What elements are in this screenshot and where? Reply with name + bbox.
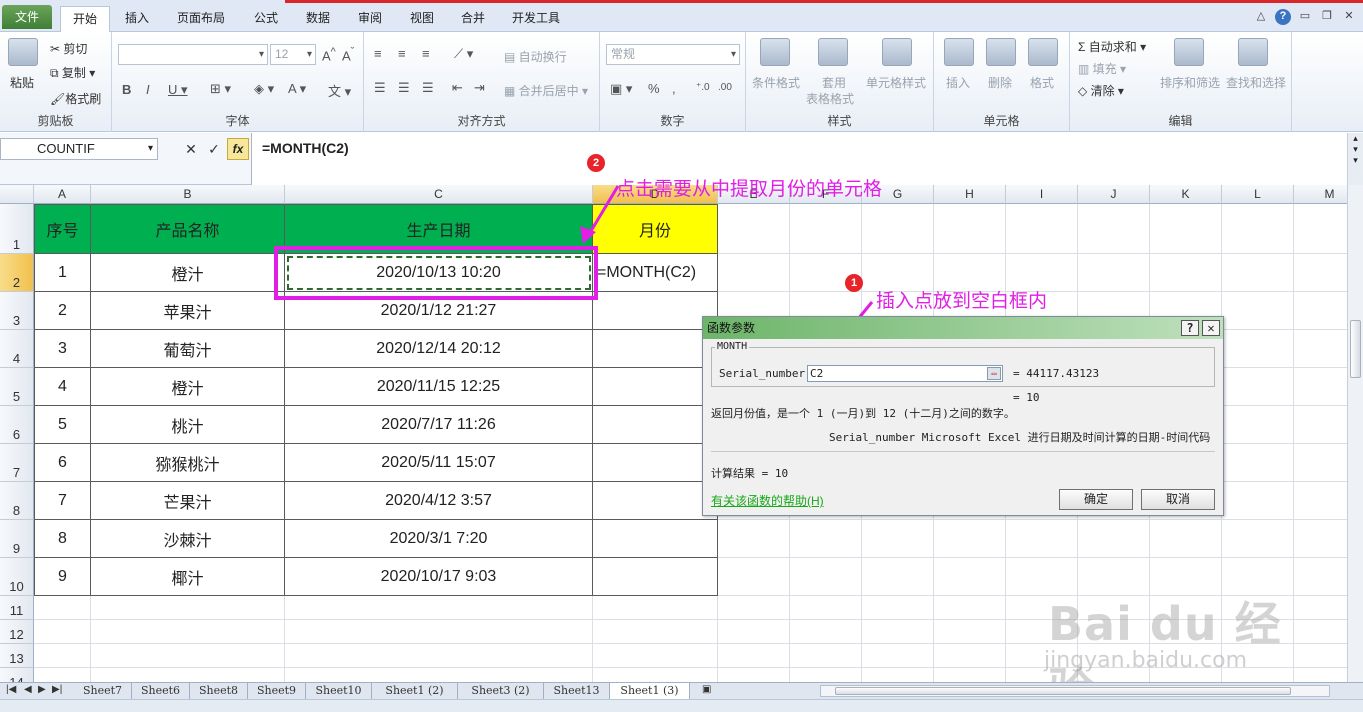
sheet-tab[interactable]: Sheet10 (306, 683, 372, 699)
argument-value-preview: = 44117.43123 (1013, 367, 1100, 380)
sheet-tab[interactable]: Sheet1 (2) (372, 683, 458, 699)
horizontal-scroll-thumb[interactable] (835, 687, 1291, 695)
first-sheet-icon[interactable]: |◀ (6, 684, 16, 695)
collapse-dialog-icon[interactable]: ▭ (987, 367, 1001, 380)
ok-button[interactable]: 确定 (1059, 489, 1133, 510)
last-sheet-icon[interactable]: ▶| (52, 684, 62, 695)
dialog-close-icon[interactable]: ✕ (1202, 320, 1220, 336)
dialog-help-icon[interactable]: ? (1181, 320, 1199, 336)
next-sheet-icon[interactable]: ▶ (38, 684, 46, 695)
status-bar (0, 699, 1363, 712)
function-description: 返回月份值，是一个 1 (一月)到 12 (十二月)之间的数字。 (711, 407, 1015, 420)
serial-number-input[interactable]: C2 (807, 365, 1003, 382)
sheet-tab[interactable]: Sheet9 (248, 683, 306, 699)
argument-description: Serial_number Microsoft Excel 进行日期及时间计算的… (829, 431, 1211, 444)
calculation-result: 计算结果 = 10 (711, 467, 789, 480)
cancel-button[interactable]: 取消 (1141, 489, 1215, 510)
sheet-tab[interactable]: Sheet6 (132, 683, 190, 699)
sheet-tab[interactable]: Sheet3 (2) (458, 683, 544, 699)
sheet-tab[interactable]: Sheet13 (544, 683, 610, 699)
baidu-watermark: Bai du 经验 jingyan.baidu.com (1040, 570, 1290, 712)
function-value-preview: = 10 (1013, 391, 1040, 404)
watermark-url: jingyan.baidu.com (1044, 648, 1248, 673)
insert-sheet-icon[interactable]: ▣ (702, 684, 711, 695)
dialog-title: 函数参数 (703, 317, 1223, 339)
sheet-tab[interactable]: Sheet1 (3) (610, 683, 690, 699)
sheet-tab-bar: |◀ ◀ ▶ ▶| ▣ Sheet7 Sheet6 Sheet8 Sheet9 Shee… (0, 682, 1363, 699)
dialog-divider (711, 451, 1215, 452)
function-help-link[interactable]: 有关该函数的帮助(H) (711, 492, 824, 509)
function-arguments-dialog: 函数参数 ? ✕ MONTH Serial_number C2 ▭ = 4411… (702, 316, 1224, 516)
sheet-tab[interactable]: Sheet8 (190, 683, 248, 699)
function-name: MONTH (715, 341, 750, 352)
prev-sheet-icon[interactable]: ◀ (24, 684, 32, 695)
horizontal-scrollbar[interactable] (820, 685, 1330, 697)
argument-label: Serial_number (719, 367, 806, 380)
sheet-tab[interactable]: Sheet7 (74, 683, 132, 699)
arrow-line-2 (586, 185, 620, 237)
